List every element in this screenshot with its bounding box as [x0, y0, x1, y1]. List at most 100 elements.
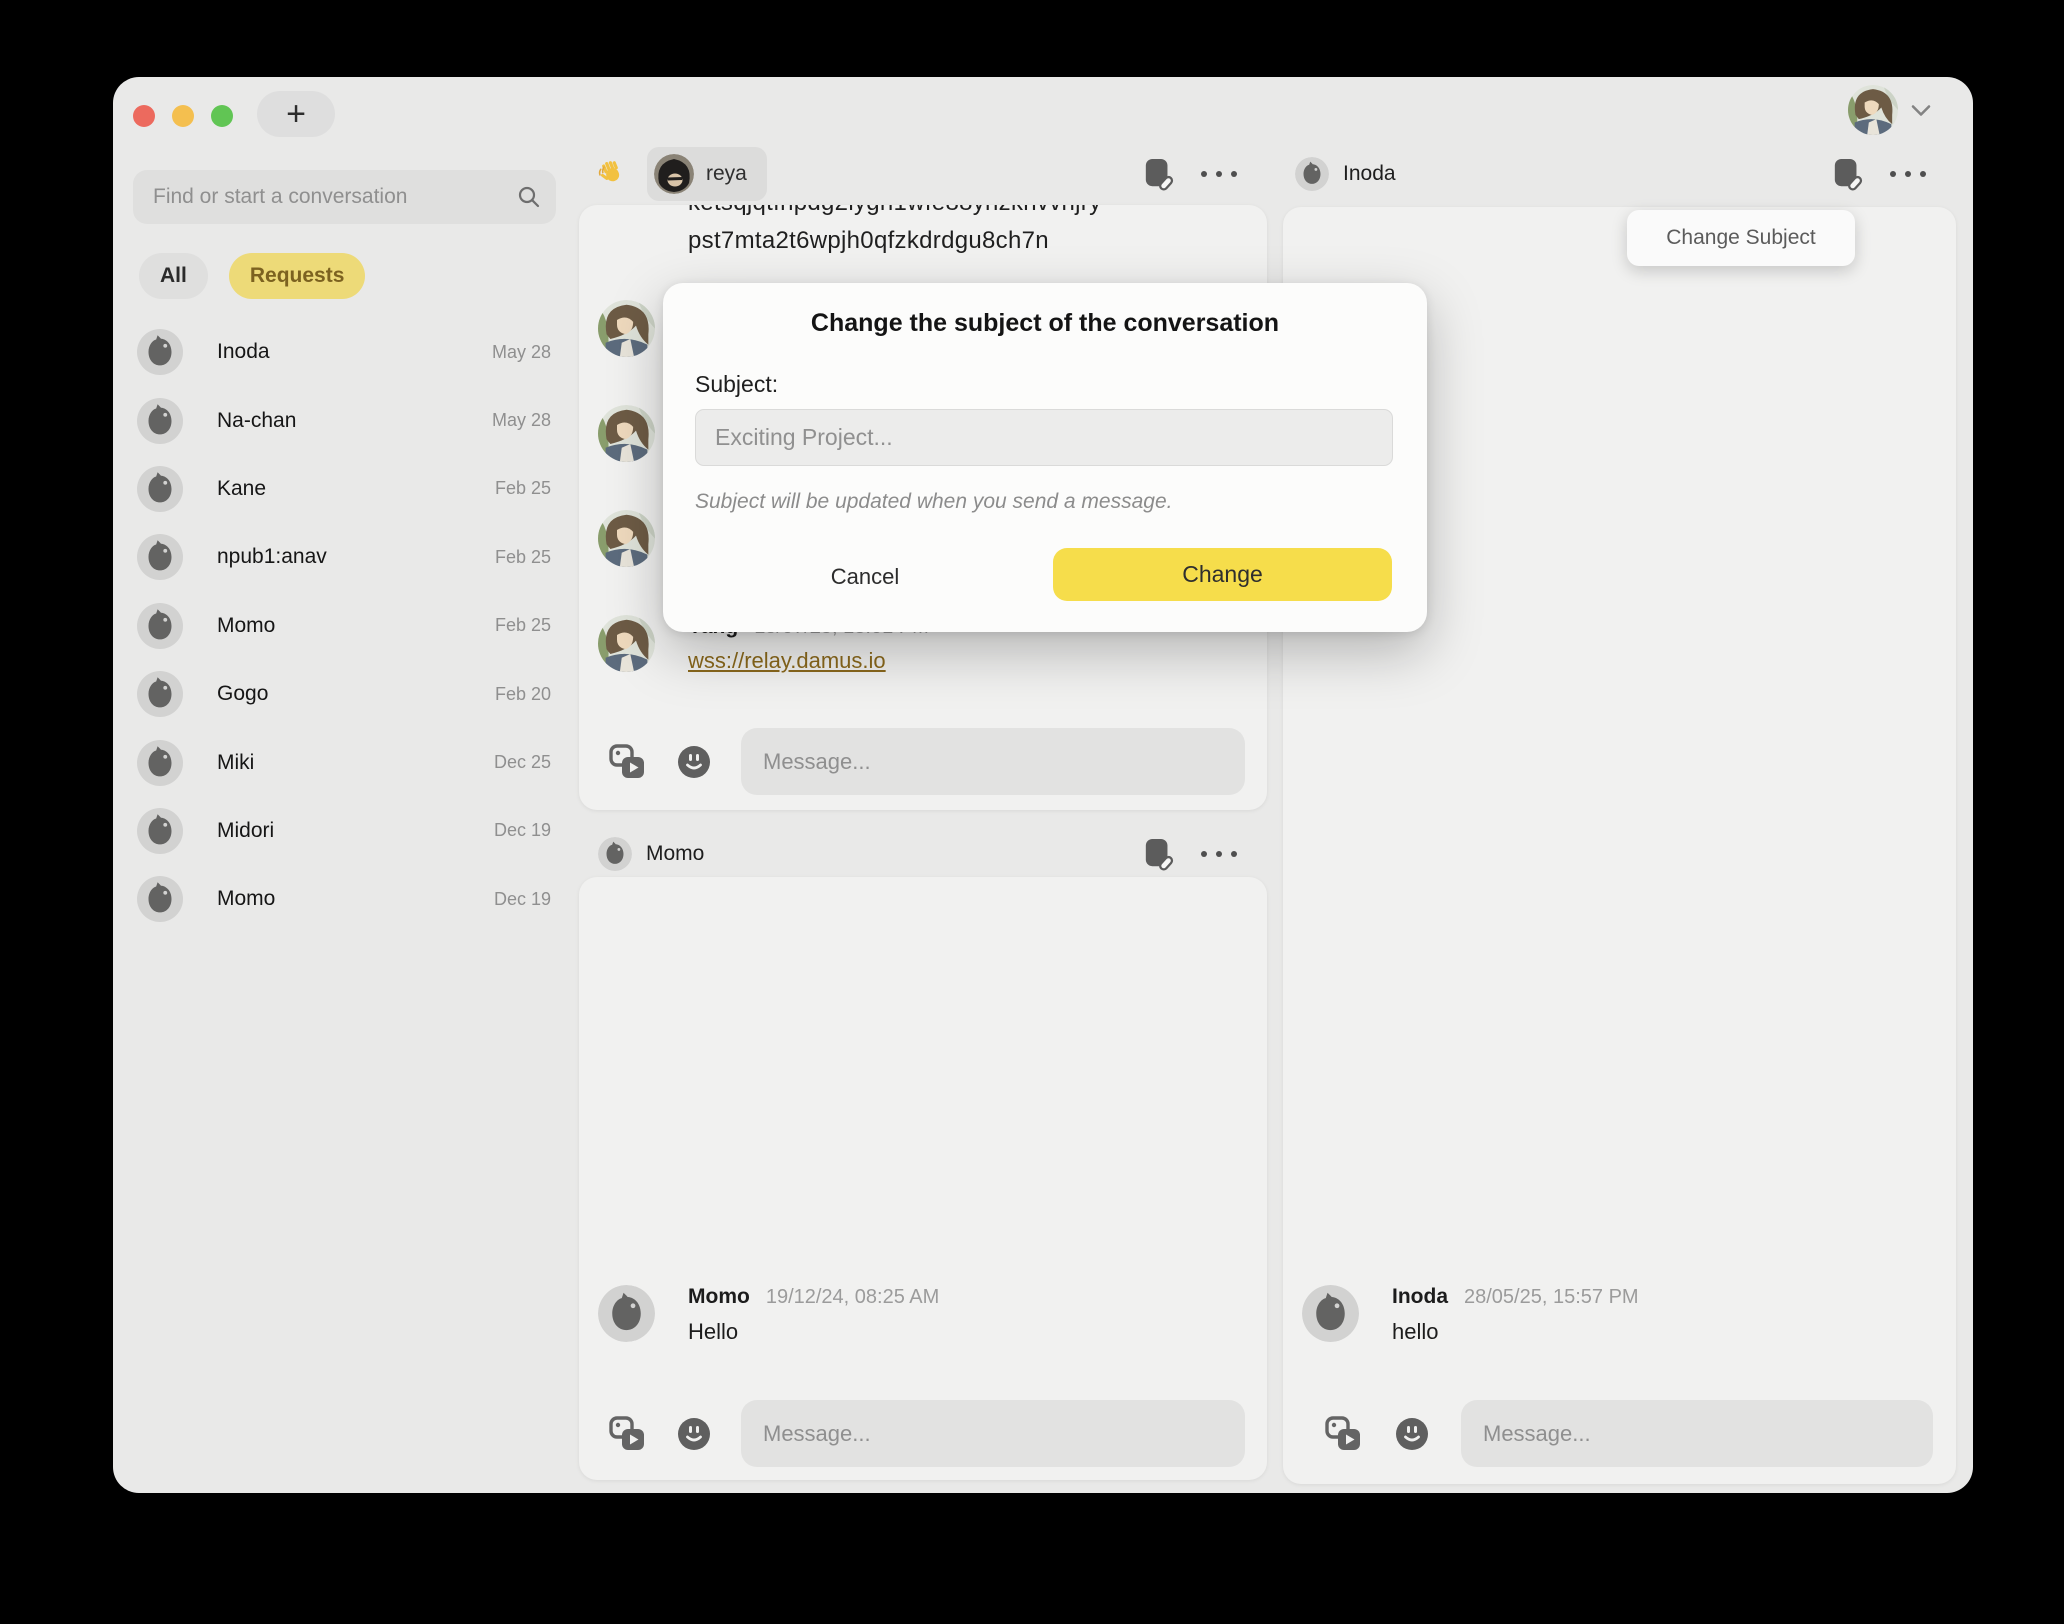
conversation-name: Momo: [217, 614, 275, 638]
default-avatar: [137, 603, 183, 649]
emoji-picker-icon[interactable]: [677, 745, 711, 779]
zoom-button[interactable]: [211, 105, 233, 127]
message-avatar: [1302, 1285, 1359, 1342]
conversation-name: Midori: [217, 819, 274, 843]
default-avatar: [137, 534, 183, 580]
conversation-name: Kane: [217, 477, 266, 501]
default-avatar: [137, 398, 183, 444]
peer-name: reya: [706, 162, 747, 186]
subject-field-label: Subject:: [695, 371, 778, 398]
search-input[interactable]: [153, 185, 516, 209]
peer-chip-momo[interactable]: Momo: [598, 837, 704, 871]
conversation-date: May 28: [492, 410, 551, 431]
media-picker-icon[interactable]: [609, 1416, 647, 1452]
conversation-date: Dec 19: [494, 820, 551, 841]
search-bar[interactable]: [133, 170, 556, 224]
chat-header-reya: reya: [579, 147, 1267, 201]
default-avatar: [137, 329, 183, 375]
peer-chip-inoda[interactable]: Inoda: [1295, 157, 1396, 191]
minimize-button[interactable]: [172, 105, 194, 127]
tab-requests[interactable]: Requests: [229, 253, 366, 299]
default-avatar: [137, 466, 183, 512]
conversation-list-item[interactable]: Midori Dec 19: [133, 797, 553, 865]
conversation-date: Dec 25: [494, 752, 551, 773]
account-menu[interactable]: [1848, 85, 1934, 135]
chat-header-inoda: Inoda: [1283, 147, 1956, 201]
app-window: + All Requests Inoda May 28 Na-chan May …: [113, 77, 1973, 1493]
peer-chip-reya[interactable]: reya: [647, 147, 767, 201]
cancel-button[interactable]: Cancel: [785, 553, 945, 601]
chat-panel-momo[interactable]: Momo 19/12/24, 08:25 AM Hello: [579, 877, 1267, 1480]
conversation-list-item[interactable]: Inoda May 28: [133, 318, 553, 386]
chevron-down-icon[interactable]: [1908, 97, 1934, 123]
media-picker-icon[interactable]: [609, 744, 647, 780]
conversation-list-item[interactable]: Miki Dec 25: [133, 728, 553, 796]
search-icon: [516, 184, 542, 210]
reya-avatar: [654, 154, 694, 194]
default-avatar: [137, 671, 183, 717]
message-avatar: [598, 615, 655, 672]
conversation-list-item[interactable]: npub1:anav Feb 25: [133, 523, 553, 591]
chat-header-momo: Momo: [579, 827, 1267, 881]
media-picker-icon[interactable]: [1325, 1416, 1363, 1452]
message-sender: Momo: [688, 1285, 750, 1309]
default-avatar: [137, 876, 183, 922]
more-options-icon[interactable]: [1890, 171, 1926, 177]
conversation-list-item[interactable]: Gogo Feb 20: [133, 660, 553, 728]
conversation-name: npub1:anav: [217, 545, 327, 569]
conversation-date: Feb 25: [495, 547, 551, 568]
momo-avatar: [598, 837, 632, 871]
composer-momo: [579, 1400, 1267, 1467]
message: Inoda 28/05/25, 15:57 PM hello: [1302, 1285, 1639, 1345]
close-button[interactable]: [133, 105, 155, 127]
npub-text: pst7mta2t6wpjh0qfzkdrdgu8ch7n: [688, 227, 1049, 255]
message-text: Hello: [688, 1319, 939, 1345]
conversation-list-item[interactable]: Na-chan May 28: [133, 386, 553, 454]
message-avatar: [598, 300, 655, 357]
conversation-date: Feb 25: [495, 615, 551, 636]
new-tab-button[interactable]: +: [257, 91, 335, 137]
conversation-date: Dec 19: [494, 889, 551, 910]
message: Momo 19/12/24, 08:25 AM Hello: [598, 1285, 939, 1345]
conversation-name: Na-chan: [217, 409, 296, 433]
peer-name: Inoda: [1343, 162, 1396, 186]
conversation-list: Inoda May 28 Na-chan May 28 Kane Feb 25 …: [133, 318, 553, 934]
user-avatar[interactable]: [1848, 85, 1898, 135]
emoji-picker-icon[interactable]: [677, 1417, 711, 1451]
message-input[interactable]: [741, 728, 1245, 795]
conversation-date: May 28: [492, 342, 551, 363]
conversation-list-item[interactable]: Momo Dec 19: [133, 865, 553, 933]
conversation-name: Inoda: [217, 340, 270, 364]
relay-link[interactable]: wss://relay.damus.io: [688, 648, 886, 673]
default-avatar: [137, 808, 183, 854]
conversation-list-item[interactable]: Kane Feb 25: [133, 455, 553, 523]
message-sender: Inoda: [1392, 1285, 1448, 1309]
note-edit-icon[interactable]: [1143, 837, 1175, 871]
emoji-picker-icon[interactable]: [1395, 1417, 1429, 1451]
conversation-date: Feb 25: [495, 478, 551, 499]
conversation-date: Feb 20: [495, 684, 551, 705]
note-edit-icon[interactable]: [1832, 157, 1864, 191]
more-options-icon[interactable]: [1201, 851, 1237, 857]
message-input[interactable]: [1461, 1400, 1933, 1467]
subject-input[interactable]: [695, 409, 1393, 466]
peer-name: Momo: [646, 842, 704, 866]
change-button[interactable]: Change: [1053, 548, 1392, 601]
wave-icon: [597, 159, 627, 189]
message-text: hello: [1392, 1319, 1639, 1345]
message-timestamp: 28/05/25, 15:57 PM: [1464, 1286, 1639, 1309]
message-input[interactable]: [741, 1400, 1245, 1467]
composer-inoda: [1283, 1400, 1956, 1467]
message-avatar: [598, 510, 655, 567]
conversation-list-item[interactable]: Momo Feb 25: [133, 592, 553, 660]
conversation-filter-tabs: All Requests: [139, 253, 365, 299]
message-timestamp: 19/12/24, 08:25 AM: [766, 1286, 939, 1309]
composer-reya: [579, 728, 1267, 795]
conversation-name: Miki: [217, 751, 254, 775]
tab-all[interactable]: All: [139, 253, 208, 299]
note-edit-icon[interactable]: [1143, 157, 1175, 191]
inoda-avatar: [1295, 157, 1329, 191]
change-subject-dialog: Change the subject of the conversation S…: [663, 283, 1427, 632]
more-options-icon[interactable]: [1201, 171, 1237, 177]
npub-text-clipped: ketsqjqtfnpdg2lygh1wfe88yhzkhvvnjry: [688, 205, 1101, 217]
